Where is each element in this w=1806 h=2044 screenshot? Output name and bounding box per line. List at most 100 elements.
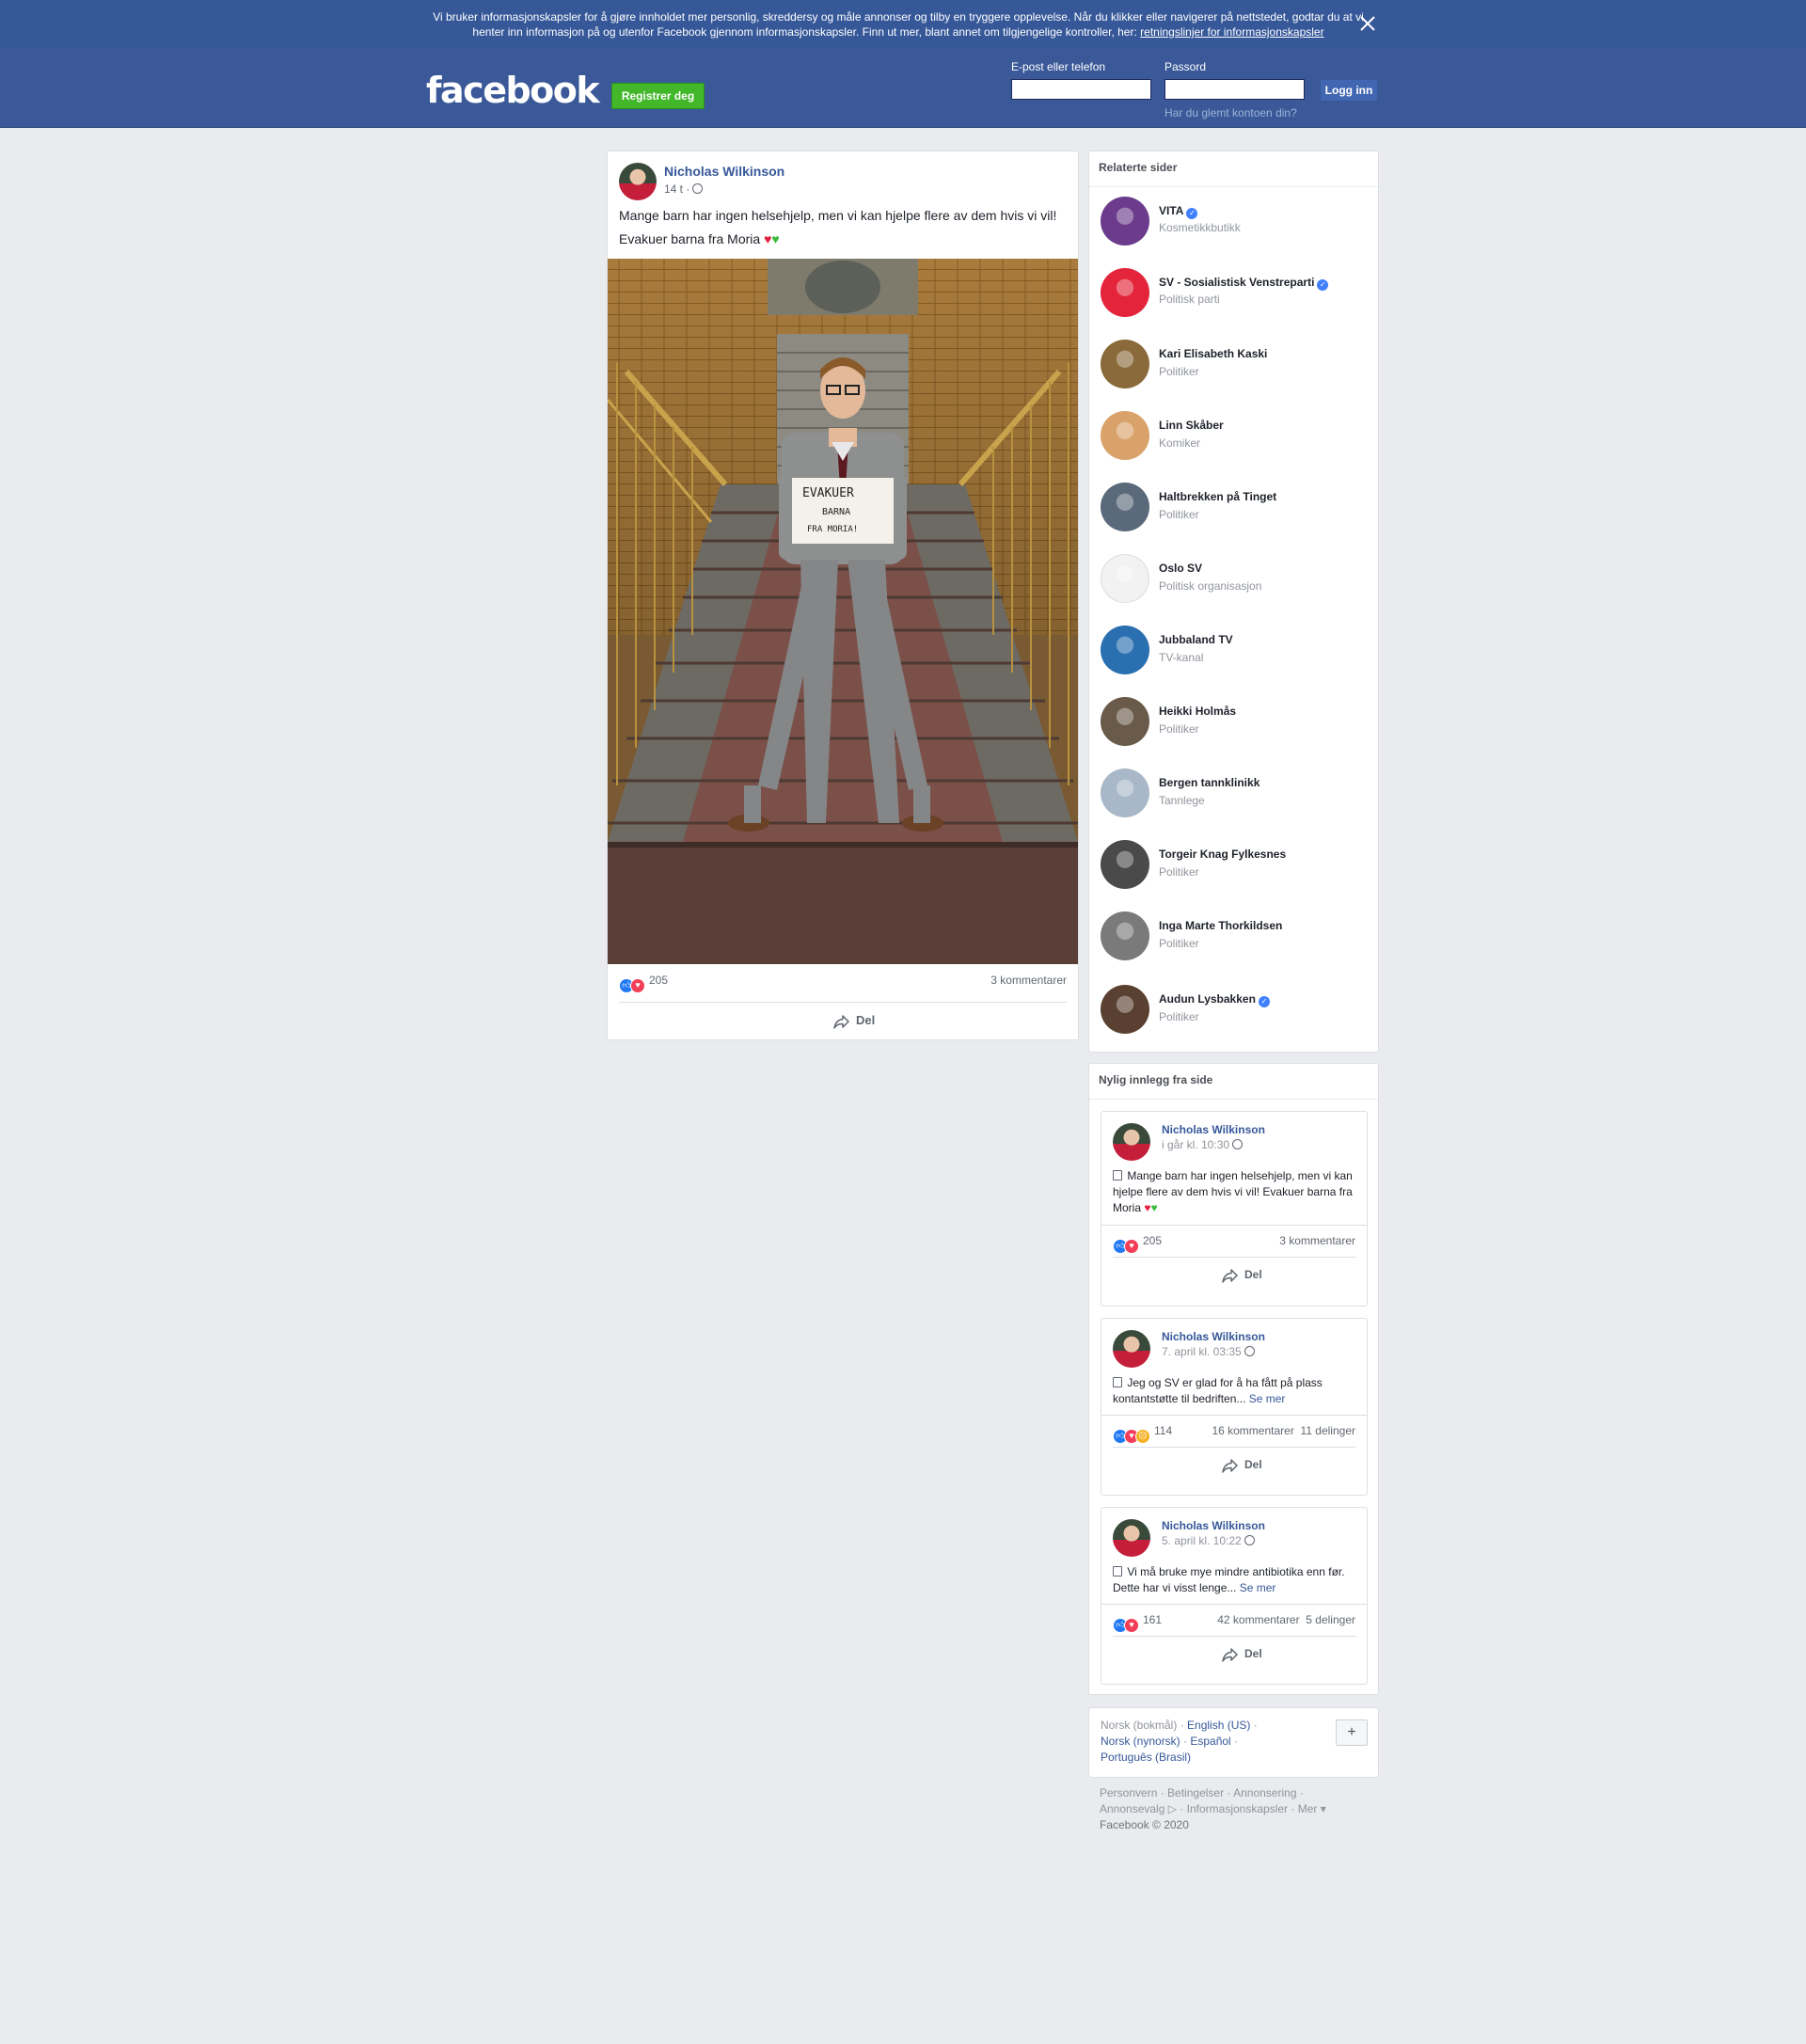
- footer-link-adchoices[interactable]: Annonsevalg: [1100, 1802, 1164, 1815]
- comment-count[interactable]: 3 kommentarer: [990, 974, 1067, 987]
- page-avatar[interactable]: [1101, 197, 1149, 246]
- related-page-item[interactable]: Kari Elisabeth Kaski Politiker: [1101, 340, 1373, 392]
- related-page-item[interactable]: SV - Sosialistisk Venstreparti ✓ Politisk …: [1101, 268, 1373, 321]
- love-icon: ♥: [1124, 1239, 1139, 1254]
- recent-post-author[interactable]: Nicholas Wilkinson: [1162, 1123, 1265, 1136]
- share-count[interactable]: 11 delinger: [1301, 1424, 1356, 1437]
- related-page-category: Politisk parti: [1159, 293, 1220, 306]
- share-button[interactable]: Del: [1222, 1268, 1262, 1283]
- author-avatar[interactable]: [1113, 1330, 1150, 1368]
- password-field[interactable]: [1164, 79, 1305, 100]
- related-page-item[interactable]: Inga Marte Thorkildsen Politiker: [1101, 911, 1373, 964]
- related-page-name[interactable]: Heikki Holmås: [1159, 705, 1236, 718]
- footer-link-cookies[interactable]: Informasjonskapsler: [1187, 1802, 1288, 1815]
- language-spanish[interactable]: Español: [1190, 1735, 1230, 1748]
- recent-post-timestamp[interactable]: 5. april kl. 10:22: [1162, 1534, 1255, 1547]
- divider: [1101, 1225, 1367, 1226]
- forgot-account-link[interactable]: Har du glemt kontoen din?: [1164, 106, 1297, 119]
- page-avatar[interactable]: [1101, 697, 1149, 746]
- related-page-item[interactable]: Audun Lysbakken ✓ Politiker: [1101, 985, 1373, 1038]
- related-page-name[interactable]: Inga Marte Thorkildsen: [1159, 919, 1282, 932]
- footer-link-terms[interactable]: Betingelser: [1167, 1786, 1224, 1799]
- cookie-policy-link[interactable]: retningslinjer for informasjonskapsler: [1140, 25, 1323, 39]
- page-avatar[interactable]: [1101, 768, 1149, 817]
- close-icon[interactable]: [1358, 14, 1377, 33]
- author-avatar[interactable]: [619, 163, 657, 200]
- recent-post-author[interactable]: Nicholas Wilkinson: [1162, 1330, 1265, 1343]
- page-avatar[interactable]: [1101, 483, 1149, 531]
- footer-link-advertising[interactable]: Annonsering: [1233, 1786, 1296, 1799]
- page-avatar[interactable]: [1101, 411, 1149, 460]
- page-avatar[interactable]: [1101, 268, 1149, 317]
- see-more-link[interactable]: Se mer: [1240, 1581, 1276, 1594]
- share-button[interactable]: Del: [833, 1013, 875, 1029]
- author-avatar[interactable]: [1113, 1123, 1150, 1161]
- login-button[interactable]: Logg inn: [1320, 79, 1378, 102]
- related-page-item[interactable]: Jubbaland TV TV-kanal: [1101, 626, 1373, 678]
- add-language-button[interactable]: +: [1336, 1719, 1368, 1746]
- related-page-item[interactable]: Oslo SV Politisk organisasjon: [1101, 554, 1373, 607]
- post-author[interactable]: Nicholas Wilkinson: [664, 164, 784, 179]
- reaction-summary[interactable]: 👍︎ ♥ 161: [1113, 1613, 1162, 1633]
- related-page-category: Politiker: [1159, 722, 1199, 736]
- share-count[interactable]: 5 delinger: [1306, 1613, 1355, 1626]
- related-page-item[interactable]: Torgeir Knag Fylkesnes Politiker: [1101, 840, 1373, 893]
- recent-post-timestamp[interactable]: i går kl. 10:30: [1162, 1138, 1244, 1151]
- related-page-name-text: VITA: [1159, 204, 1184, 217]
- language-english[interactable]: English (US): [1187, 1719, 1250, 1732]
- related-page-name[interactable]: Haltbrekken på Tinget: [1159, 490, 1276, 503]
- related-page-name[interactable]: Bergen tannklinikk: [1159, 776, 1259, 789]
- globe-icon: [1232, 1139, 1244, 1149]
- related-page-name[interactable]: Oslo SV: [1159, 562, 1202, 575]
- reaction-summary[interactable]: 👍︎ ♥ 205: [1113, 1234, 1162, 1254]
- related-page-name[interactable]: VITA ✓: [1159, 204, 1198, 219]
- language-nynorsk[interactable]: Norsk (nynorsk): [1101, 1735, 1180, 1748]
- page-avatar[interactable]: [1101, 626, 1149, 674]
- footer-link-privacy[interactable]: Personvern: [1100, 1786, 1157, 1799]
- register-button[interactable]: Registrer deg: [611, 83, 705, 109]
- related-page-item[interactable]: Bergen tannklinikk Tannlege: [1101, 768, 1373, 821]
- author-avatar[interactable]: [1113, 1519, 1150, 1557]
- share-icon: [833, 1015, 849, 1029]
- footer-link-more[interactable]: Mer: [1298, 1802, 1318, 1815]
- related-page-name[interactable]: SV - Sosialistisk Venstreparti ✓: [1159, 276, 1329, 291]
- related-page-name[interactable]: Jubbaland TV: [1159, 633, 1233, 646]
- related-page-category: TV-kanal: [1159, 651, 1204, 664]
- related-page-name[interactable]: Kari Elisabeth Kaski: [1159, 347, 1267, 360]
- recent-posts-card: Nylig innlegg fra side Nicholas Wilkinso…: [1088, 1063, 1379, 1695]
- see-more-link[interactable]: Se mer: [1249, 1392, 1286, 1405]
- recent-post-timestamp[interactable]: 7. april kl. 03:35: [1162, 1345, 1255, 1358]
- page-avatar[interactable]: [1101, 340, 1149, 388]
- related-page-name[interactable]: Audun Lysbakken ✓: [1159, 992, 1270, 1007]
- comments-shares[interactable]: 42 kommentarer 5 delinger: [1217, 1613, 1355, 1626]
- page-avatar[interactable]: [1101, 911, 1149, 960]
- reaction-summary[interactable]: 👍︎ ♥ 205: [619, 974, 668, 993]
- related-page-item[interactable]: VITA ✓ Kosmetikkbutikk: [1101, 197, 1373, 249]
- related-page-item[interactable]: Haltbrekken på Tinget Politiker: [1101, 483, 1373, 535]
- recent-post-author[interactable]: Nicholas Wilkinson: [1162, 1519, 1265, 1532]
- comments-shares[interactable]: 16 kommentarer 11 delinger: [1212, 1424, 1355, 1437]
- share-button[interactable]: Del: [1222, 1647, 1262, 1662]
- recent-post-text: Jeg og SV er glad for å ha fått på plass…: [1113, 1375, 1359, 1407]
- page-avatar[interactable]: [1101, 985, 1149, 1034]
- comment-count[interactable]: 42 kommentarer: [1217, 1613, 1299, 1626]
- related-page-name-text: SV - Sosialistisk Venstreparti: [1159, 276, 1315, 289]
- page-avatar[interactable]: [1101, 840, 1149, 889]
- related-page-name[interactable]: Torgeir Knag Fylkesnes: [1159, 848, 1286, 861]
- related-page-name-text: Haltbrekken på Tinget: [1159, 490, 1277, 503]
- comments-shares[interactable]: 3 kommentarer: [1279, 1234, 1355, 1247]
- comment-count[interactable]: 3 kommentarer: [1279, 1234, 1355, 1247]
- email-field[interactable]: [1011, 79, 1151, 100]
- comment-count[interactable]: 16 kommentarer: [1212, 1424, 1293, 1437]
- post-timestamp[interactable]: 14 t ·: [664, 182, 704, 196]
- document-icon: [1113, 1566, 1122, 1577]
- page-avatar[interactable]: [1101, 554, 1149, 603]
- related-page-name[interactable]: Linn Skåber: [1159, 419, 1224, 432]
- post-photo[interactable]: EVAKUER BARNA FRA MORIA!: [608, 259, 1078, 964]
- language-portuguese[interactable]: Português (Brasil): [1101, 1751, 1191, 1764]
- facebook-logo[interactable]: facebook: [426, 70, 600, 111]
- related-page-item[interactable]: Heikki Holmås Politiker: [1101, 697, 1373, 750]
- related-page-item[interactable]: Linn Skåber Komiker: [1101, 411, 1373, 464]
- share-button[interactable]: Del: [1222, 1458, 1262, 1473]
- reaction-summary[interactable]: 👍︎ ♥ ☹ 114: [1113, 1424, 1172, 1444]
